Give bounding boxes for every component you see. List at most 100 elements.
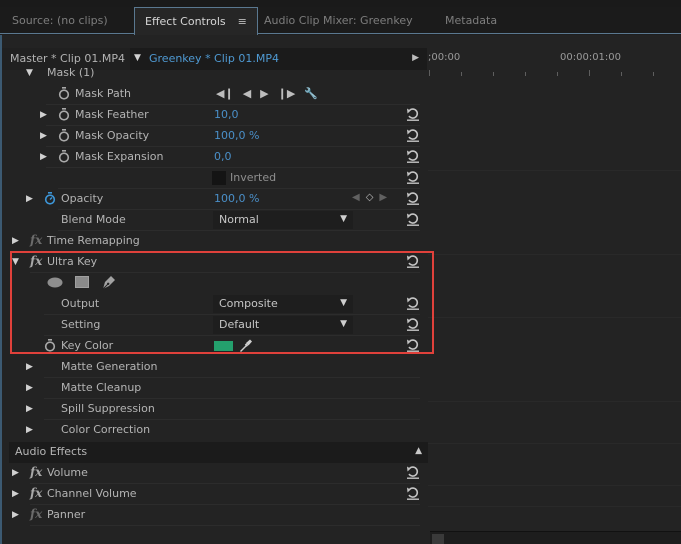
output-dropdown[interactable]: Composite ▼ (213, 295, 353, 313)
eyedropper-icon[interactable] (239, 338, 253, 353)
fx-icon[interactable]: fx (30, 465, 42, 479)
keyframe-timeline-area[interactable] (428, 79, 681, 529)
stopwatch-icon[interactable] (58, 108, 70, 121)
opacity-label: Opacity (61, 192, 104, 205)
stopwatch-icon[interactable] (58, 150, 70, 163)
matte-generation-label: Matte Generation (61, 360, 158, 373)
fx-icon[interactable]: fx (30, 507, 42, 521)
previous-keyframe-icon[interactable]: ◀ (352, 192, 360, 203)
reset-icon[interactable] (406, 169, 420, 185)
opacity-value[interactable]: 100,0 % (214, 192, 259, 205)
stopwatch-icon[interactable] (58, 87, 70, 100)
color-correction-row[interactable]: ▶ Color Correction (2, 420, 428, 441)
collapse-arrow-up-icon[interactable]: ▲ (415, 446, 422, 456)
ultra-key-row[interactable]: ▼ fx Ultra Key (2, 252, 428, 273)
expand-triangle-right-icon[interactable]: ▶ (26, 362, 33, 372)
panner-row[interactable]: ▶ fx Panner (2, 505, 428, 526)
timeline-row-divider (428, 170, 681, 171)
mask-opacity-row: ▶ Mask Opacity 100,0 % (2, 126, 428, 147)
fx-icon[interactable]: fx (30, 254, 42, 268)
setting-label: Setting (61, 318, 101, 331)
mask-path-label: Mask Path (75, 87, 131, 100)
expand-triangle-down-icon[interactable]: ▼ (26, 68, 33, 78)
reset-icon[interactable] (406, 211, 420, 227)
timeline-horizontal-scrollbar[interactable] (430, 531, 681, 544)
reset-icon[interactable] (406, 106, 420, 122)
toggle-timeline-arrow-icon[interactable]: ▶ (412, 53, 419, 63)
track-forward-one-frame-icon[interactable]: ▶ (260, 87, 268, 100)
expand-triangle-right-icon[interactable]: ▶ (26, 383, 33, 393)
expand-triangle-right-icon[interactable]: ▶ (26, 425, 33, 435)
audio-effects-header[interactable]: Audio Effects ▲ (9, 442, 428, 463)
timeline-ruler[interactable]: ;00:00 00:00:01:00 (428, 48, 681, 78)
track-backward-one-frame-icon[interactable]: ◀ (243, 87, 251, 100)
stopwatch-icon[interactable] (58, 129, 70, 142)
blend-mode-dropdown[interactable]: Normal ▼ (213, 211, 353, 229)
ruler-tick (525, 72, 526, 76)
inverted-checkbox[interactable] (212, 171, 226, 185)
mask-feather-value[interactable]: 10,0 (214, 108, 239, 121)
reset-icon[interactable] (406, 337, 420, 353)
spill-suppression-row[interactable]: ▶ Spill Suppression (2, 399, 428, 420)
tab-metadata[interactable]: Metadata (445, 7, 497, 34)
reset-icon[interactable] (406, 148, 420, 164)
reset-icon[interactable] (406, 316, 420, 332)
channel-volume-label: Channel Volume (47, 487, 137, 500)
reset-icon[interactable] (406, 485, 420, 501)
scrollbar-thumb[interactable] (432, 534, 444, 544)
matte-cleanup-row[interactable]: ▶ Matte Cleanup (2, 378, 428, 399)
effect-controls-panel: Master * Clip 01.MP4 ▼ Greenkey * Clip 0… (0, 35, 681, 544)
tab-effect-controls[interactable]: Effect Controls ≡ (134, 7, 258, 35)
blend-mode-value: Normal (219, 213, 259, 226)
tab-source[interactable]: Source: (no clips) (12, 7, 108, 34)
rectangle-mask-icon[interactable] (75, 276, 89, 291)
channel-volume-row[interactable]: ▶ fx Channel Volume (2, 484, 428, 505)
key-color-swatch[interactable] (214, 341, 233, 351)
expand-triangle-right-icon[interactable]: ▶ (26, 404, 33, 414)
output-label: Output (61, 297, 100, 310)
mask-expansion-label: Mask Expansion (75, 150, 164, 163)
expand-triangle-right-icon[interactable]: ▶ (40, 131, 47, 141)
chevron-down-icon: ▼ (340, 319, 347, 329)
reset-icon[interactable] (406, 127, 420, 143)
wrench-icon[interactable]: 🔧 (304, 87, 318, 100)
time-remapping-row[interactable]: ▶ fx Time Remapping (2, 231, 428, 252)
mask-expansion-value[interactable]: 0,0 (214, 150, 232, 163)
mask-opacity-value[interactable]: 100,0 % (214, 129, 259, 142)
stopwatch-active-icon[interactable] (44, 192, 56, 205)
stopwatch-icon[interactable] (44, 339, 56, 352)
reset-icon[interactable] (406, 295, 420, 311)
mask-inverted-row: Inverted (2, 168, 428, 189)
ruler-tick (493, 72, 494, 76)
expand-triangle-right-icon[interactable]: ▶ (40, 110, 47, 120)
volume-row[interactable]: ▶ fx Volume (2, 463, 428, 484)
expand-triangle-right-icon[interactable]: ▶ (12, 236, 19, 246)
expand-triangle-right-icon[interactable]: ▶ (40, 152, 47, 162)
reset-icon[interactable] (406, 190, 420, 206)
keyframe-navigator: ◀ ◇ ▶ (352, 192, 393, 203)
mask-row[interactable]: ▼ Mask (1) (2, 63, 428, 84)
hamburger-menu-icon[interactable]: ≡ (238, 8, 247, 35)
time-remapping-label: Time Remapping (47, 234, 140, 247)
reset-icon[interactable] (406, 464, 420, 480)
expand-triangle-right-icon[interactable]: ▶ (12, 468, 19, 478)
setting-dropdown[interactable]: Default ▼ (213, 316, 353, 334)
tab-audio-clip-mixer[interactable]: Audio Clip Mixer: Greenkey (264, 7, 413, 34)
fx-icon[interactable]: fx (30, 486, 42, 500)
expand-triangle-right-icon[interactable]: ▶ (12, 489, 19, 499)
add-keyframe-icon[interactable]: ◇ (366, 192, 374, 203)
matte-generation-row[interactable]: ▶ Matte Generation (2, 357, 428, 378)
reset-icon[interactable] (406, 253, 420, 269)
inverted-label: Inverted (230, 171, 277, 184)
ellipse-mask-icon[interactable] (47, 277, 63, 291)
expand-triangle-down-icon[interactable]: ▼ (12, 257, 19, 267)
fx-icon[interactable]: fx (30, 233, 42, 247)
next-keyframe-icon[interactable]: ▶ (379, 192, 387, 203)
expand-triangle-right-icon[interactable]: ▶ (26, 194, 33, 204)
pen-mask-icon[interactable] (101, 274, 117, 293)
expand-triangle-right-icon[interactable]: ▶ (12, 510, 19, 520)
track-backward-icon[interactable]: ◀❙ (216, 87, 234, 100)
output-row: Output Composite ▼ (2, 294, 428, 315)
track-forward-icon[interactable]: ❙▶ (278, 87, 296, 100)
tab-effect-controls-label: Effect Controls (145, 15, 226, 28)
